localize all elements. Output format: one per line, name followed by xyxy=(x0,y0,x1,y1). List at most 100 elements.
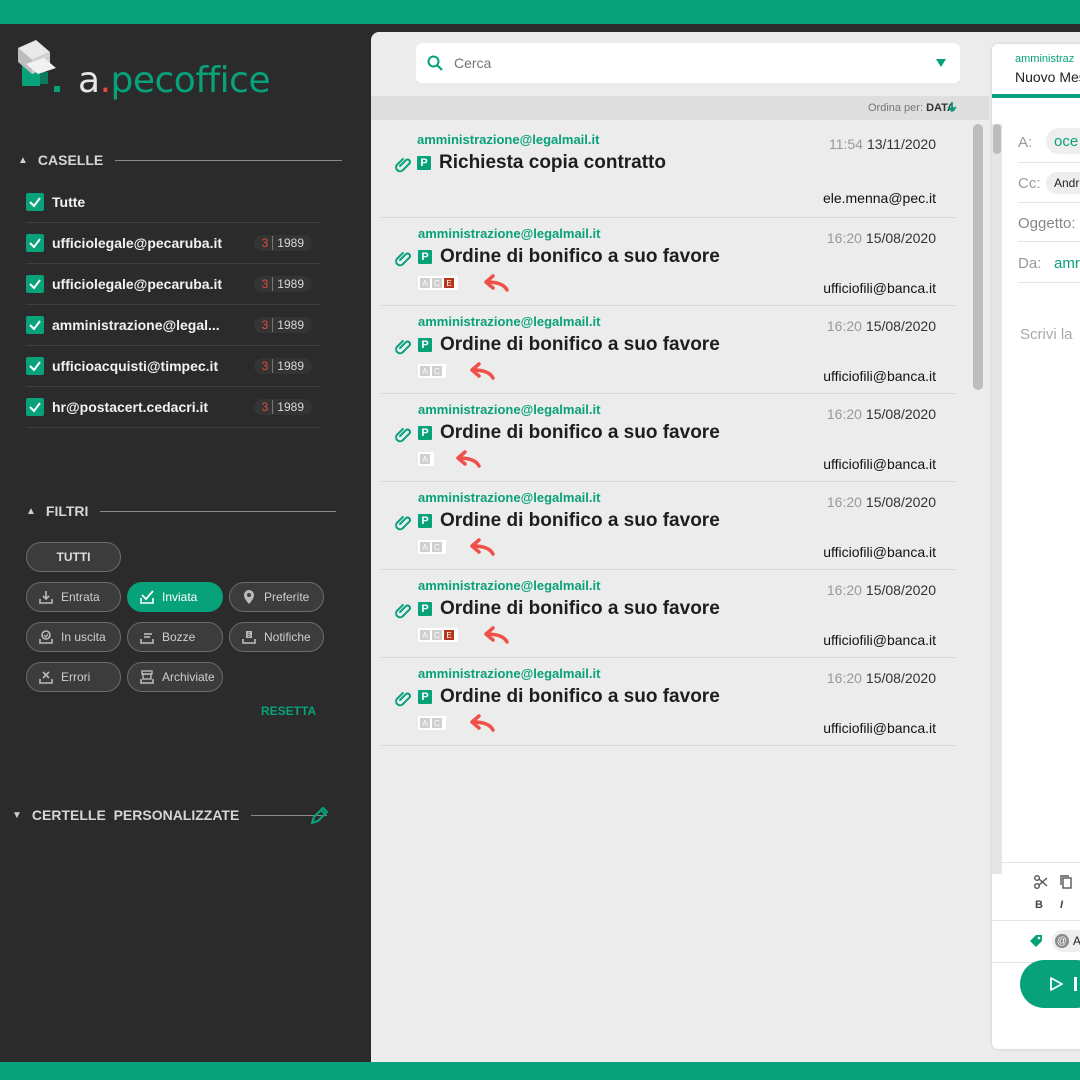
list-scrollbar[interactable] xyxy=(973,124,983,390)
caselle-title: CASELLE xyxy=(37,152,104,168)
message-sender: amministrazione@legalmail.it xyxy=(417,132,600,147)
filter-tutti-button[interactable]: TUTTI xyxy=(26,542,121,572)
total-count: 1989 xyxy=(277,359,304,373)
filter-in-uscita-button[interactable]: In uscita xyxy=(26,622,121,652)
message-list: amministrazione@legalmail.it 11:54 13/11/… xyxy=(381,124,956,746)
search-dropdown-icon[interactable] xyxy=(936,59,946,67)
message-row[interactable]: amministrazione@legalmail.it 16:20 15/08/… xyxy=(381,570,956,658)
message-row[interactable]: amministrazione@legalmail.it 16:20 15/08/… xyxy=(381,306,956,394)
send-button[interactable] xyxy=(1020,960,1080,1008)
search-icon xyxy=(427,55,443,71)
filter-archiviate-button[interactable]: Archiviate xyxy=(127,662,223,692)
body-placeholder[interactable]: Scrivi la xyxy=(1020,326,1073,343)
filter-label: Inviata xyxy=(162,590,198,604)
mailbox-item[interactable]: ufficiolegale@pecaruba.it 3 1989 xyxy=(26,264,320,305)
reply-arrow-icon xyxy=(470,362,495,380)
mailbox-item[interactable]: ufficioacquisti@timpec.it 3 1989 xyxy=(26,346,320,387)
mailbox-count-badge: 3 1989 xyxy=(253,399,312,415)
filter-inviata-button[interactable]: Inviata xyxy=(127,582,223,612)
compose-scrollbar[interactable] xyxy=(992,124,1002,874)
checkbox-checked-icon[interactable] xyxy=(26,234,44,252)
filter-label: Archiviate xyxy=(162,670,215,684)
app-logo: a.pecoffice xyxy=(16,38,276,101)
message-timestamp: 16:20 15/08/2020 xyxy=(827,406,936,422)
receipt-tag-a: A xyxy=(420,278,430,288)
sort-control[interactable]: Ordina per: DATA xyxy=(868,102,955,114)
compose-pane: amministraz Nuovo Mes A: oce Cc: Andr Og… xyxy=(989,32,1080,1062)
edit-pencil-icon[interactable] xyxy=(308,805,330,827)
custom-folders-section-header[interactable]: ▼ CERTELLE PERSONALIZZATE xyxy=(12,807,328,823)
caselle-section-header[interactable]: ▲ CASELLE xyxy=(18,152,343,168)
receipt-tag-e: E xyxy=(444,630,454,640)
filter-notifiche-button[interactable]: 5 Notifiche xyxy=(229,622,324,652)
sort-arrow-down-icon[interactable] xyxy=(945,100,959,114)
filter-label: Entrata xyxy=(61,590,100,604)
from-label: Da: xyxy=(1018,255,1042,272)
message-date: 13/11/2020 xyxy=(866,136,936,152)
mailbox-item[interactable]: hr@postacert.cedacri.it 3 1989 xyxy=(26,387,320,428)
message-row[interactable]: amministrazione@legalmail.it 16:20 15/08/… xyxy=(381,394,956,482)
message-row[interactable]: amministrazione@legalmail.it 11:54 13/11/… xyxy=(381,124,956,218)
from-value[interactable]: amr xyxy=(1054,255,1080,272)
tag-icon[interactable] xyxy=(1028,933,1044,949)
subject-label[interactable]: Oggetto: xyxy=(1018,215,1076,232)
message-timestamp: 16:20 15/08/2020 xyxy=(827,670,936,686)
checkbox-checked-icon[interactable] xyxy=(26,275,44,293)
message-sender: amministrazione@legalmail.it xyxy=(418,314,601,329)
filtri-section-header[interactable]: ▲ FILTRI xyxy=(26,503,337,519)
reset-filters-link[interactable]: RESETTA xyxy=(261,704,316,718)
pec-badge-icon: P xyxy=(418,514,432,528)
checkbox-checked-icon[interactable] xyxy=(26,316,44,334)
mailbox-label: ufficiolegale@pecaruba.it xyxy=(52,276,223,292)
message-row[interactable]: amministrazione@legalmail.it 16:20 15/08/… xyxy=(381,658,956,746)
search-bar[interactable] xyxy=(416,43,960,83)
receipt-tags: AC xyxy=(418,364,446,378)
message-subject: P Ordine di bonifico a suo favore xyxy=(418,686,720,708)
mailbox-item[interactable]: amministrazione@legal... 3 1989 xyxy=(26,305,320,346)
pec-badge-icon: P xyxy=(417,156,431,170)
receipt-tag-a: A xyxy=(420,718,430,728)
expand-triangle-icon: ▼ xyxy=(12,809,22,821)
mailbox-label: amministrazione@legal... xyxy=(52,317,220,333)
to-label: A: xyxy=(1018,134,1033,151)
compose-accent-line xyxy=(992,94,1080,98)
receipt-tag-a: A xyxy=(420,630,430,640)
filtri-title: FILTRI xyxy=(45,503,89,519)
to-recipient-chip[interactable]: oce xyxy=(1046,128,1080,154)
mailbox-item-all[interactable]: Tutte xyxy=(26,182,320,223)
mailbox-item[interactable]: ufficiolegale@pecaruba.it 3 1989 xyxy=(26,223,320,264)
sort-bar[interactable]: Ordina per: DATA xyxy=(371,96,989,120)
paperclip-icon xyxy=(395,603,411,619)
copy-icon[interactable] xyxy=(1058,874,1074,890)
checkbox-checked-icon[interactable] xyxy=(26,398,44,416)
attachment-chip[interactable]: @ A xyxy=(1052,930,1080,952)
mailbox-list: Tutte ufficiolegale@pecaruba.it 3 1989 uf… xyxy=(26,182,320,428)
receipt-tag-a: A xyxy=(420,454,430,464)
send-label-fragment xyxy=(1074,977,1077,991)
italic-button[interactable]: I xyxy=(1060,899,1063,911)
pec-badge-icon: P xyxy=(418,602,432,616)
filter-label: In uscita xyxy=(61,630,106,644)
reply-arrow-icon xyxy=(470,714,495,732)
checkbox-checked-icon[interactable] xyxy=(26,357,44,375)
message-timestamp: 16:20 15/08/2020 xyxy=(827,494,936,510)
filter-preferite-button[interactable]: Preferite xyxy=(229,582,324,612)
filter-label: Errori xyxy=(61,670,91,684)
total-count: 1989 xyxy=(277,318,304,332)
message-time: 16:20 xyxy=(826,406,862,422)
mailbox-label: Tutte xyxy=(52,194,86,210)
filter-entrata-button[interactable]: Entrata xyxy=(26,582,121,612)
message-row[interactable]: amministrazione@legalmail.it 16:20 15/08/… xyxy=(381,482,956,570)
mailbox-count-badge: 3 1989 xyxy=(253,317,312,333)
filter-bozze-button[interactable]: Bozze xyxy=(127,622,223,652)
message-subject-text: Richiesta copia contratto xyxy=(439,152,666,173)
scissors-icon[interactable] xyxy=(1033,874,1049,890)
search-input[interactable] xyxy=(454,55,936,71)
checkbox-checked-icon[interactable] xyxy=(26,193,44,211)
unread-count: 3 xyxy=(262,318,274,332)
filter-errori-button[interactable]: Errori xyxy=(26,662,121,692)
bold-button[interactable]: B xyxy=(1035,899,1043,911)
cc-recipient-chip[interactable]: Andr xyxy=(1046,172,1080,194)
receipt-tag-c: C xyxy=(432,630,442,640)
message-row[interactable]: amministrazione@legalmail.it 16:20 15/08/… xyxy=(381,218,956,306)
